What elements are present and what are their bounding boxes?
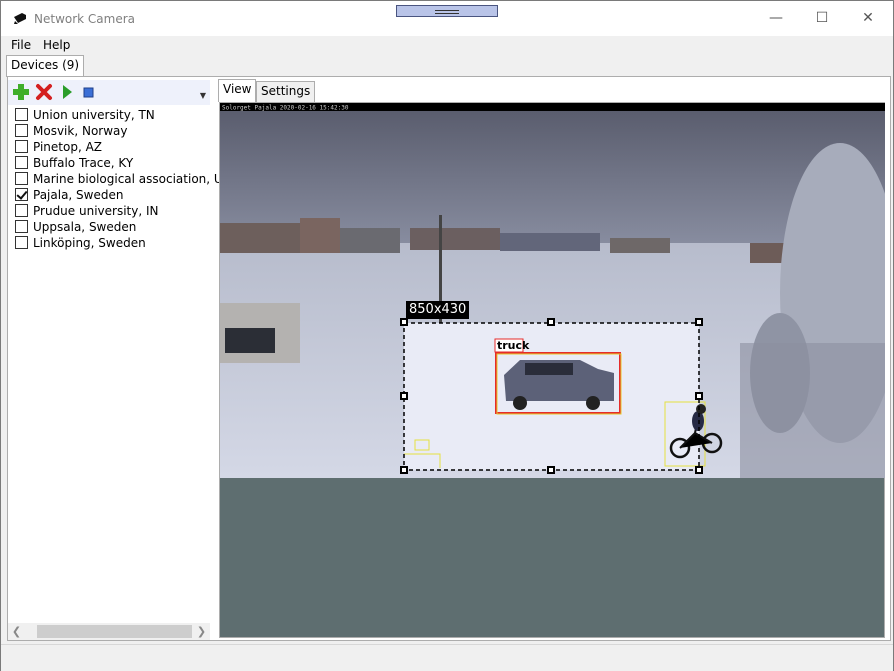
device-label: Pinetop, AZ	[33, 140, 103, 154]
resize-handle-e[interactable]	[695, 392, 703, 400]
device-checkbox[interactable]	[15, 108, 28, 121]
app-window: Network Camera — ☐ ✕ File Help Devices (…	[0, 0, 894, 671]
menu-file[interactable]: File	[11, 38, 31, 52]
minimize-button[interactable]: —	[753, 1, 799, 36]
detection-label: truck	[497, 339, 530, 352]
device-checkbox[interactable]	[15, 124, 28, 137]
close-button[interactable]: ✕	[845, 1, 891, 36]
main-tabstrip: Devices (9)	[1, 54, 893, 77]
stop-icon[interactable]	[80, 83, 98, 101]
device-list: Union university, TN Mosvik, Norway Pine…	[8, 107, 231, 251]
x-icon[interactable]	[35, 83, 53, 101]
camera-overlay-text: Solorget Pajala 2020-02-16 15:42:30	[222, 105, 349, 112]
device-checkbox[interactable]	[15, 220, 28, 233]
list-item[interactable]: Marine biological association, UK	[8, 171, 231, 187]
device-label: Mosvik, Norway	[33, 124, 128, 138]
device-label: Union university, TN	[33, 108, 155, 122]
play-icon[interactable]	[58, 83, 76, 101]
resize-handle-sw[interactable]	[400, 466, 408, 474]
list-item[interactable]: Buffalo Trace, KY	[8, 155, 210, 171]
window-title: Network Camera	[34, 12, 136, 26]
scroll-thumb[interactable]	[37, 625, 192, 638]
list-item[interactable]: Uppsala, Sweden	[8, 219, 210, 235]
resize-handle-ne[interactable]	[695, 318, 703, 326]
horizontal-scrollbar[interactable]: ❮ ❯	[8, 623, 210, 640]
scroll-left-icon[interactable]: ❮	[8, 623, 25, 640]
tab-settings[interactable]: Settings	[256, 81, 316, 102]
maximize-button[interactable]: ☐	[799, 1, 845, 36]
camera-icon	[14, 13, 26, 24]
tab-devices[interactable]: Devices (9)	[6, 55, 85, 77]
device-checkbox[interactable]	[15, 140, 28, 153]
device-label: Marine biological association, UK	[33, 172, 231, 186]
resize-handle-s[interactable]	[547, 466, 555, 474]
toolbar-overflow-icon[interactable]: ▼	[200, 91, 206, 100]
menu-help[interactable]: Help	[43, 38, 70, 52]
camera-feed[interactable]: Solorget Pajala 2020-02-16 15:42:30 truc…	[220, 103, 885, 478]
device-label: Linköping, Sweden	[33, 236, 146, 250]
title-bar[interactable]: Network Camera — ☐ ✕	[1, 1, 893, 36]
device-toolbar: ▼	[8, 80, 210, 105]
device-checkbox[interactable]	[15, 188, 28, 201]
device-checkbox[interactable]	[15, 236, 28, 249]
resize-handle-w[interactable]	[400, 392, 408, 400]
list-item[interactable]: Pinetop, AZ	[8, 139, 210, 155]
device-checkbox[interactable]	[15, 172, 28, 185]
status-bar	[1, 644, 893, 671]
resize-handle-n[interactable]	[547, 318, 555, 326]
device-label: Buffalo Trace, KY	[33, 156, 134, 170]
device-label: Uppsala, Sweden	[33, 220, 137, 234]
device-checkbox[interactable]	[15, 204, 28, 217]
selection-size-label: 850x430	[406, 301, 470, 319]
list-item[interactable]: Linköping, Sweden	[8, 235, 210, 251]
camera-image: Solorget Pajala 2020-02-16 15:42:30 truc…	[220, 103, 885, 478]
device-label: Pajala, Sweden	[33, 188, 124, 202]
device-label: Prudue university, IN	[33, 204, 159, 218]
plus-icon[interactable]	[12, 83, 30, 101]
tab-view[interactable]: View	[218, 79, 257, 102]
drag-grip[interactable]	[396, 5, 498, 17]
list-item[interactable]: Union university, TN	[8, 107, 210, 123]
device-checkbox[interactable]	[15, 156, 28, 169]
menu-bar: File Help	[1, 36, 893, 54]
scroll-right-icon[interactable]: ❯	[193, 623, 210, 640]
list-item[interactable]: Mosvik, Norway	[8, 123, 210, 139]
list-item[interactable]: Prudue university, IN	[8, 203, 210, 219]
resize-handle-nw[interactable]	[400, 318, 408, 326]
device-panel: ▼ Union university, TN Mosvik, Norway Pi…	[8, 80, 231, 640]
list-item[interactable]: Pajala, Sweden	[8, 187, 210, 203]
resize-handle-se[interactable]	[695, 466, 703, 474]
